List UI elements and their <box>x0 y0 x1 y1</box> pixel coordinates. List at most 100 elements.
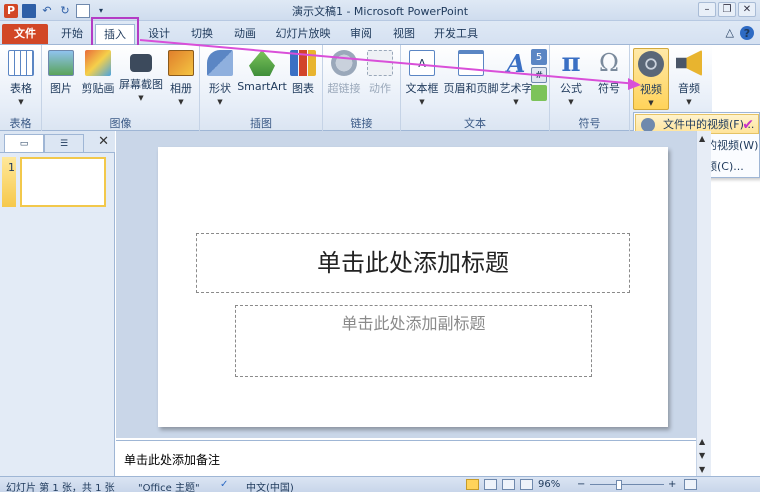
reading-view-icon[interactable] <box>502 479 515 490</box>
textbox-icon: A <box>409 50 435 76</box>
speaker-icon <box>676 50 702 76</box>
theme-status[interactable]: "Office 主题" <box>138 479 200 492</box>
zoom-level[interactable]: 96% <box>538 479 560 490</box>
group-images: 图片 剪贴画 屏幕截图 ▼ 相册 ▼ 图像 <box>42 45 200 131</box>
pi-icon: π <box>561 48 581 78</box>
ribbon: 表格 ▼ 表格 图片 剪贴画 屏幕截图 ▼ 相册 ▼ 图像 形状 ▼ Smart… <box>0 45 712 131</box>
film-reel-icon <box>641 118 655 132</box>
smartart-button[interactable]: SmartArt <box>237 48 287 112</box>
clipart-button[interactable]: 剪贴画 <box>80 48 116 112</box>
normal-view-icon[interactable] <box>466 479 479 490</box>
slide-editing-area: 单击此处添加标题 单击此处添加副标题 <box>116 131 711 438</box>
slide-number: 1 <box>8 161 15 174</box>
insert-tab-highlight <box>91 17 139 48</box>
dropdown-arrow-icon: ▼ <box>568 98 574 106</box>
wordart-icon: A <box>506 48 526 78</box>
prev-slide-icon[interactable]: ▲ <box>699 437 705 446</box>
group-label-text: 文本 <box>464 117 486 130</box>
vertical-scrollbar[interactable]: ▲ ▲ ▼ ▼ <box>696 131 711 476</box>
tab-review[interactable]: 审阅 <box>345 24 377 44</box>
dropdown-arrow-icon: ▼ <box>178 98 184 106</box>
dropdown-arrow-icon: ▼ <box>648 99 654 107</box>
slideshow-view-icon[interactable] <box>520 479 533 490</box>
hyperlink-button[interactable]: 超链接 <box>327 48 361 112</box>
group-illustrations: 形状 ▼ SmartArt 图表 插图 <box>200 45 323 131</box>
audio-button[interactable]: 音频 ▼ <box>672 48 706 112</box>
header-footer-button[interactable]: 页眉和页脚 <box>441 48 501 112</box>
notes-pane[interactable]: 单击此处添加备注 <box>116 440 696 476</box>
dropdown-arrow-icon: ▼ <box>686 98 692 106</box>
textbox-button[interactable]: A 文本框 ▼ <box>403 48 441 112</box>
subtitle-placeholder[interactable]: 单击此处添加副标题 <box>235 305 592 377</box>
table-icon <box>8 50 34 76</box>
outline-view-icon: ☰ <box>59 139 69 149</box>
dropdown-arrow-icon: ▼ <box>217 98 223 106</box>
status-bar: 幻灯片 第 1 张，共 1 张 "Office 主题" ✓ 中文(中国) 96%… <box>0 476 760 492</box>
minimize-button[interactable]: – <box>698 2 716 17</box>
scroll-up-icon[interactable]: ▲ <box>699 134 705 143</box>
fit-to-window-icon[interactable] <box>684 479 697 490</box>
dropdown-arrow-icon: ▼ <box>419 98 425 106</box>
tab-slideshow[interactable]: 幻灯片放映 <box>272 24 334 44</box>
close-pane-icon[interactable]: ✕ <box>98 134 109 149</box>
close-button[interactable]: ✕ <box>738 2 756 17</box>
zoom-slider-thumb[interactable] <box>616 480 622 490</box>
chart-button[interactable]: 图表 <box>288 48 318 112</box>
shapes-button[interactable]: 形状 ▼ <box>204 48 236 112</box>
help-icon[interactable]: ? <box>740 26 754 40</box>
language-status[interactable]: 中文(中国) <box>246 479 294 492</box>
group-label-images: 图像 <box>109 117 132 130</box>
tab-outline[interactable]: ☰ <box>44 134 84 152</box>
chart-icon <box>290 50 316 76</box>
object-icon[interactable] <box>531 85 547 101</box>
tab-file[interactable]: 文件 <box>2 24 48 44</box>
group-label-symbols: 符号 <box>578 117 601 130</box>
zoom-in-icon[interactable]: + <box>668 479 676 490</box>
tab-design[interactable]: 设计 <box>143 24 175 44</box>
slide-sorter-view-icon[interactable] <box>484 479 497 490</box>
screenshot-button[interactable]: 屏幕截图 ▼ <box>118 48 164 112</box>
spellcheck-icon[interactable]: ✓ <box>220 479 228 490</box>
album-button[interactable]: 相册 ▼ <box>166 48 196 112</box>
action-button[interactable]: 动作 <box>365 48 395 112</box>
tab-animations[interactable]: 动画 <box>229 24 261 44</box>
picture-icon <box>48 50 74 76</box>
slide-thumbnail[interactable] <box>20 157 106 207</box>
smartart-icon <box>249 50 275 76</box>
tab-developer[interactable]: 开发工具 <box>430 24 482 44</box>
next-slide-icon[interactable]: ▼ <box>699 451 705 460</box>
zoom-out-icon[interactable]: − <box>577 479 585 490</box>
group-text: A 文本框 ▼ 页眉和页脚 A 艺术字 ▼ 5 # 文本 <box>401 45 550 131</box>
action-icon <box>367 50 393 76</box>
shapes-icon <box>207 50 233 76</box>
group-label-illustrations: 插图 <box>250 117 272 130</box>
date-time-icon[interactable]: 5 <box>531 49 547 65</box>
wordart-button[interactable]: A 艺术字 ▼ <box>500 48 533 112</box>
equation-button[interactable]: π 公式 ▼ <box>554 48 588 112</box>
slide-number-icon[interactable]: # <box>531 67 547 83</box>
group-tables: 表格 ▼ 表格 <box>0 45 42 131</box>
zoom-slider-track[interactable] <box>590 484 664 485</box>
tab-home[interactable]: 开始 <box>56 24 88 44</box>
video-button[interactable]: 视频 ▼ <box>633 48 669 110</box>
picture-button[interactable]: 图片 <box>46 48 76 112</box>
group-symbols: π 公式 ▼ Ω 符号 符号 <box>550 45 630 131</box>
tab-transitions[interactable]: 切换 <box>186 24 218 44</box>
dropdown-arrow-icon: ▼ <box>513 98 519 106</box>
dropdown-arrow-icon: ▼ <box>18 98 24 106</box>
pane-tabs: ▭ ☰ ✕ <box>0 131 115 153</box>
omega-icon: Ω <box>599 49 619 77</box>
header-footer-icon <box>458 50 484 76</box>
restore-button[interactable]: ❐ <box>718 2 736 17</box>
symbol-button[interactable]: Ω 符号 <box>592 48 626 112</box>
slide-canvas[interactable]: 单击此处添加标题 单击此处添加副标题 <box>158 147 668 427</box>
tab-slides[interactable]: ▭ <box>4 134 44 152</box>
dropdown-arrow-icon: ▼ <box>138 94 144 102</box>
title-placeholder[interactable]: 单击此处添加标题 <box>196 233 630 293</box>
checkmark-icon: ✔ <box>742 117 754 133</box>
table-button[interactable]: 表格 ▼ <box>4 48 38 112</box>
tab-view[interactable]: 视图 <box>388 24 420 44</box>
slides-pane: ▭ ☰ ✕ 1 <box>0 131 115 476</box>
collapse-ribbon-icon[interactable]: △ <box>726 26 734 40</box>
scroll-down-icon[interactable]: ▼ <box>699 465 705 474</box>
